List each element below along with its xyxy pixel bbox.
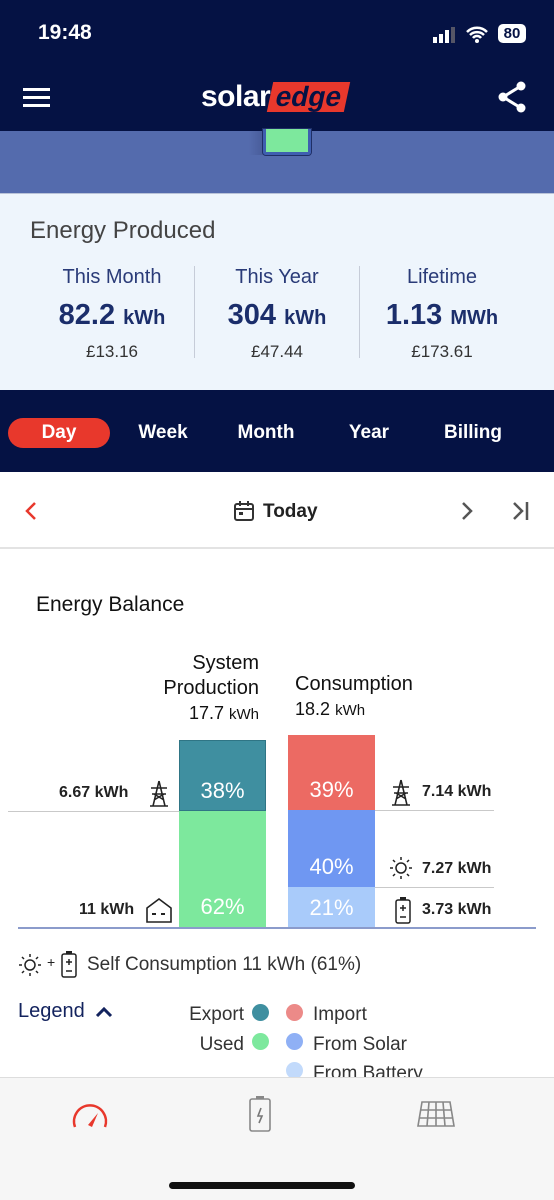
chevron-up-icon — [95, 1006, 112, 1017]
self-consumption: Self Consumption 11 kWh (61%) — [87, 954, 362, 975]
export-value: 6.67 kWh — [59, 784, 129, 801]
stat-this-year: This Year 304 kWh £47.44 — [227, 266, 327, 361]
import-bar: 39% — [288, 735, 375, 810]
home-indicator — [169, 1182, 355, 1189]
energy-balance-section: Energy Balance System Production 17.7 kW… — [0, 549, 554, 1084]
sun-icon — [390, 857, 412, 879]
chart-baseline — [18, 927, 536, 929]
date-navigation: Today — [0, 472, 554, 549]
solar-value: 7.27 kWh — [422, 860, 492, 877]
solaredge-logo: solar edge — [201, 79, 351, 115]
share-icon[interactable] — [497, 81, 527, 113]
divider — [8, 811, 179, 812]
plus-sign: + — [47, 954, 56, 970]
legend-from-solar: From Solar — [313, 1034, 407, 1055]
wifi-icon — [466, 26, 488, 43]
from-battery-bar: 21% — [288, 887, 375, 927]
legend-dot-export — [252, 1004, 269, 1021]
legend-import: Import — [313, 1004, 367, 1025]
signal-icon — [433, 27, 455, 43]
status-time: 19:48 — [38, 21, 92, 44]
calendar-icon[interactable] — [233, 500, 255, 522]
energy-balance-title: Energy Balance — [36, 593, 185, 616]
used-value: 11 kWh — [79, 901, 135, 918]
grid-pylon-icon — [392, 779, 410, 806]
legend-toggle[interactable]: Legend — [18, 1000, 113, 1023]
legend-used: Used — [199, 1034, 244, 1055]
app-header: solar edge — [0, 65, 554, 131]
chevron-left-icon[interactable] — [24, 501, 38, 521]
energy-produced-panel: Energy Produced This Month 82.2 kWh £13.… — [0, 193, 554, 390]
tab-week[interactable]: Week — [122, 418, 204, 448]
used-bar: 62% — [179, 811, 266, 927]
tab-month[interactable]: Month — [224, 418, 308, 448]
legend-dot-from-solar — [286, 1033, 303, 1050]
tab-billing[interactable]: Billing — [432, 418, 514, 448]
battery-graphic — [263, 129, 311, 155]
sun-icon — [19, 954, 41, 976]
tab-year[interactable]: Year — [332, 418, 406, 448]
battery-value: 3.73 kWh — [422, 901, 492, 918]
grid-pylon-icon — [150, 780, 168, 807]
system-diagram-band — [0, 129, 554, 193]
divider — [375, 810, 494, 811]
house-icon — [146, 898, 172, 923]
divider — [375, 887, 494, 888]
import-value: 7.14 kWh — [422, 783, 492, 800]
battery-indicator: 80 — [498, 24, 526, 43]
legend-dot-import — [286, 1004, 303, 1021]
period-tabs: Day Week Month Year Billing — [0, 390, 554, 472]
stat-this-month: This Month 82.2 kWh £13.16 — [58, 266, 166, 361]
battery-charging-icon[interactable] — [248, 1095, 272, 1133]
chevron-right-icon[interactable] — [460, 501, 474, 521]
dashboard-gauge-icon[interactable] — [70, 1100, 110, 1130]
from-solar-bar: 40% — [288, 810, 375, 887]
solar-panel-icon[interactable] — [416, 1100, 456, 1128]
legend-dot-used — [252, 1033, 269, 1050]
export-bar: 38% — [179, 740, 266, 811]
bottom-nav — [0, 1077, 554, 1200]
status-bar: 19:48 80 — [0, 0, 554, 65]
battery-icon — [61, 951, 77, 978]
production-title: System Production 17.7 kWh — [163, 652, 259, 723]
energy-produced-title: Energy Produced — [30, 217, 216, 244]
skip-to-end-icon[interactable] — [511, 501, 531, 521]
consumption-title: Consumption 18.2 kWh — [295, 673, 413, 719]
stat-lifetime: Lifetime 1.13 MWh £173.61 — [385, 266, 499, 361]
date-label[interactable]: Today — [263, 501, 318, 523]
battery-icon — [395, 897, 411, 924]
hamburger-icon[interactable] — [23, 87, 50, 108]
tab-day[interactable]: Day — [8, 418, 110, 448]
legend-export: Export — [189, 1004, 244, 1025]
